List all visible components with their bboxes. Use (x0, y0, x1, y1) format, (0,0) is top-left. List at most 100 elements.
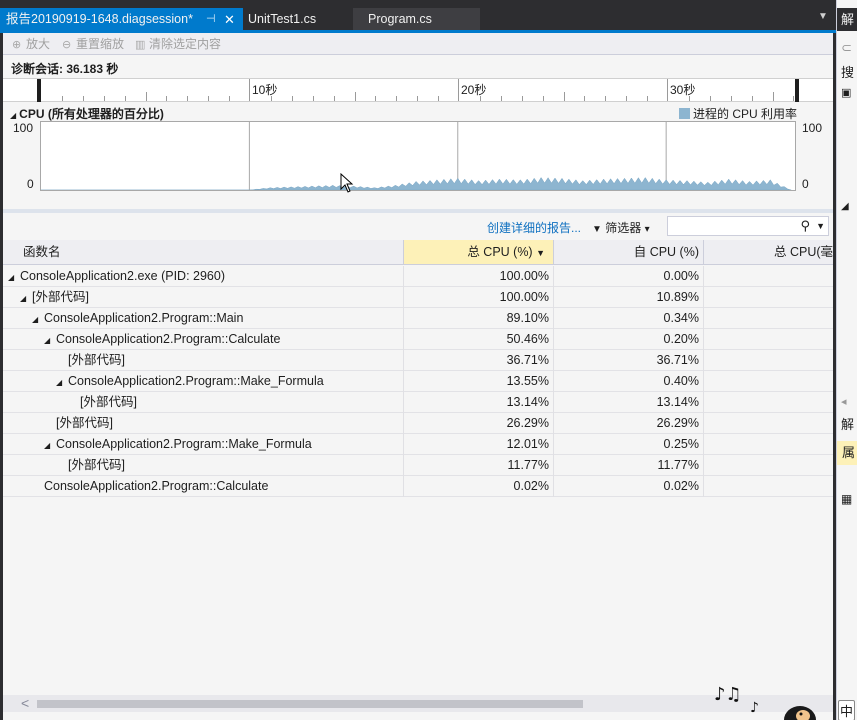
selection-start-handle[interactable] (37, 79, 41, 102)
search-label: 搜 (841, 65, 855, 80)
timeline-ruler[interactable]: 10秒 20秒 30秒 (3, 78, 833, 102)
diagnostic-report-panel: ⊕ 放大 ⊖ 重置缩放 ▥ 清除选定内容 诊断会话: 36.183 秒 10秒 20秒… (3, 33, 833, 720)
mouse-cursor-icon (340, 173, 354, 193)
expand-toggle-icon[interactable]: ◢ (44, 435, 56, 455)
ruler-label-10s: 10秒 (252, 83, 278, 97)
filter-button[interactable]: ▼ 筛选器 ▾ (592, 219, 650, 236)
expand-toggle-icon[interactable]: ◢ (44, 330, 56, 350)
scroll-left-icon[interactable]: < (21, 695, 29, 711)
solution-explorer-tab[interactable]: 解 (837, 8, 857, 31)
search-icon[interactable]: ⚲ (800, 218, 810, 234)
properties-tab[interactable]: 属 (837, 441, 857, 465)
cell-self-cpu: 0.20% (554, 329, 704, 350)
value: 64 (705, 266, 833, 287)
cpu-graph-section: ◢ CPU (所有处理器的百分比) 进程的 CPU 利用率 100 0 100 0 (3, 103, 833, 211)
value: 32 (705, 329, 833, 350)
ruler-major-tick (458, 79, 459, 101)
ruler-minor-tick (229, 96, 231, 101)
graph-toolbar: ⊕ 放大 ⊖ 重置缩放 ▥ 清除选定内容 (3, 33, 833, 55)
cell-self-cpu: 36.71% (554, 350, 704, 371)
value: 57 (705, 308, 833, 329)
table-row[interactable]: ◢ ConsoleApplication2.Program::Main 89.10%… (3, 308, 833, 329)
tab-diagsession[interactable]: 报告20190919-1648.diagsession* ⊣ ✕ (0, 8, 243, 31)
column-header-function-name[interactable]: 函数名 (3, 240, 404, 265)
filter-icon: ▼ (592, 224, 602, 235)
view-icon[interactable]: ▣ (841, 86, 851, 99)
legend-label: 进程的 CPU 利用率 (693, 107, 798, 121)
ruler-minor-tick (103, 96, 105, 101)
expand-toggle-icon[interactable]: ◢ (8, 267, 20, 287)
cell-function-name: [外部代码] (3, 392, 404, 413)
ruler-minor-tick (166, 96, 168, 101)
value: 7 (705, 455, 833, 476)
cell-total-cpu: 11.77% (404, 455, 554, 476)
session-duration: 诊断会话: 36.183 秒 (11, 62, 119, 76)
table-row[interactable]: [外部代码]26.29%26.29%17 (3, 413, 833, 434)
table-row[interactable]: ◢ ConsoleApplication2.Program::Calculate 5… (3, 329, 833, 350)
cpu-chart (41, 122, 792, 190)
tab-list-dropdown-icon[interactable]: ▼ (818, 11, 828, 22)
function-name: ConsoleApplication2.Program::Make_Formul… (56, 437, 312, 451)
expand-toggle-icon[interactable]: ◢ (20, 288, 32, 308)
selection-end-handle[interactable] (795, 79, 799, 102)
zoom-in-button[interactable]: ⊕ 放大 (12, 36, 50, 52)
table-row[interactable]: ConsoleApplication2.Program::Calculate 0.… (3, 476, 833, 497)
expand-toggle-icon[interactable]: ◢ (32, 309, 44, 329)
column-header-total-cpu-ms[interactable]: 总 CPU(毫秒) (704, 240, 833, 265)
tab-program[interactable]: Program.cs (353, 8, 480, 31)
column-header-self-cpu[interactable]: 自 CPU (%) (554, 240, 704, 265)
table-row[interactable]: ◢ ConsoleApplication2.Program::Make_Formu… (3, 434, 833, 455)
value: 17 (705, 413, 833, 434)
value: 8 (705, 371, 833, 392)
function-name: ConsoleApplication2.Program::Calculate (44, 479, 269, 493)
cell-self-cpu: 0.25% (554, 434, 704, 455)
ruler-minor-tick (772, 92, 774, 101)
close-tab-icon[interactable]: ✕ (224, 8, 235, 31)
cell-function-name: ◢ ConsoleApplication2.Program::Main (3, 308, 404, 329)
cell-total-cpu-ms: 7 (704, 434, 833, 455)
ruler-minor-tick (438, 96, 440, 101)
header-label: 自 CPU (%) (633, 245, 699, 259)
pin-icon[interactable]: ⊣ (206, 8, 216, 31)
clear-selection-label: 清除选定内容 (149, 37, 222, 51)
clear-selection-button[interactable]: ▥ 清除选定内容 (135, 36, 221, 52)
tab-unittest1[interactable]: UnitTest1.cs (243, 8, 353, 31)
tab-label: 报告20190919-1648.diagsession* (6, 12, 193, 26)
ruler-minor-tick (396, 96, 398, 101)
search-input[interactable] (671, 219, 791, 234)
scrollbar-thumb[interactable] (37, 700, 583, 708)
cell-function-name: ◢ ConsoleApplication2.Program::Make_Formu… (3, 371, 404, 392)
table-row[interactable]: ◢[外部代码]100.00%10.89%64 (3, 287, 833, 308)
cpu-graph-title[interactable]: ◢ CPU (所有处理器的百分比) (10, 105, 164, 122)
table-row[interactable]: [外部代码]11.77%11.77%7 (3, 455, 833, 476)
reset-zoom-button[interactable]: ⊖ 重置缩放 (62, 36, 124, 52)
table-row[interactable]: [外部代码]13.14%13.14%8 (3, 392, 833, 413)
expand-icon[interactable]: ◢ (841, 201, 849, 212)
svg-text:♪: ♪ (750, 700, 759, 716)
cell-total-cpu: 100.00% (404, 266, 554, 287)
table-row[interactable]: ◢ ConsoleApplication2.exe (PID: 2960) 100.… (3, 266, 833, 287)
tab-label: UnitTest1.cs (248, 12, 317, 26)
sort-desc-icon: ▼ (536, 248, 545, 258)
column-header-total-cpu[interactable]: 总 CPU (%) ▼ (404, 240, 554, 265)
properties-icon[interactable]: ▦ (841, 492, 852, 506)
scroll-left-icon[interactable]: ◂ (841, 395, 847, 408)
expand-toggle-icon[interactable]: ◢ (56, 372, 68, 392)
search-icon[interactable]: ⊂ (841, 40, 852, 56)
clear-selection-icon: ▥ (135, 39, 146, 51)
header-label: 总 CPU (%) (467, 245, 533, 259)
table-row[interactable]: [外部代码]36.71%36.71%23 (3, 350, 833, 371)
cell-function-name: [外部代码] (3, 350, 404, 371)
panel-label: 解 (841, 417, 855, 432)
cell-total-cpu-ms: 57 (704, 308, 833, 329)
create-detailed-report-link[interactable]: 创建详细的报告... (487, 219, 581, 236)
cpu-plot-area[interactable] (40, 121, 796, 191)
ruler-minor-tick (145, 92, 147, 101)
ruler-minor-tick (291, 96, 293, 101)
search-dropdown-icon[interactable]: ▼ (816, 221, 825, 231)
ruler-minor-tick (375, 96, 377, 101)
table-row[interactable]: ◢ ConsoleApplication2.Program::Make_Formu… (3, 371, 833, 392)
cell-total-cpu: 26.29% (404, 413, 554, 434)
search-field[interactable]: ⚲ ▼ (667, 216, 829, 236)
cell-self-cpu: 11.77% (554, 455, 704, 476)
